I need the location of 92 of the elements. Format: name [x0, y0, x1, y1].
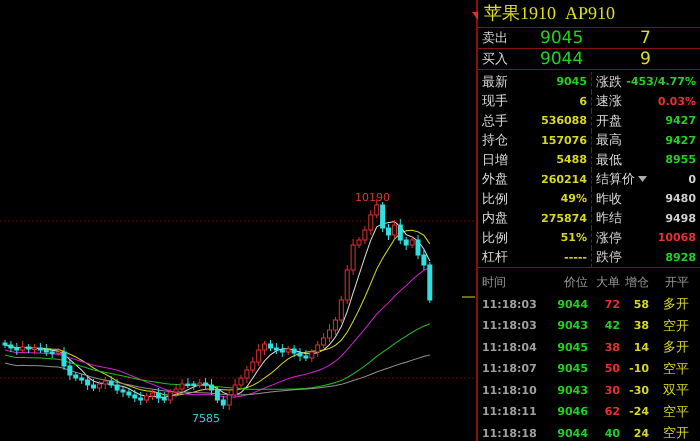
stat-value: 536088: [541, 114, 587, 128]
stat-label: 速涨: [596, 93, 622, 110]
stat-label: 结算价: [596, 171, 635, 188]
stat-value: 8928: [665, 250, 696, 264]
trade-price: 9045: [556, 340, 588, 354]
stat-value: 9480: [665, 192, 696, 206]
column-header: 大单: [595, 274, 620, 292]
stat-label: 比例: [482, 190, 508, 208]
stat-label: 杠杆: [482, 249, 508, 266]
order-volume: 9: [640, 49, 651, 69]
position-change: 58: [632, 298, 649, 311]
stat-value: 275874: [541, 212, 587, 225]
stat-label: 最高: [596, 132, 622, 150]
stat-value: -----: [564, 250, 587, 264]
trade-price: 9045: [556, 362, 588, 376]
stat-value: 9045: [556, 75, 587, 88]
trade-price: 9046: [556, 405, 588, 418]
stat-value: 49%: [560, 192, 587, 206]
position-change: 14: [632, 340, 649, 354]
stat-label: 昨收: [596, 190, 622, 208]
trade-type: 空平: [662, 360, 689, 378]
trade-type: 多开: [662, 296, 689, 314]
stat-value: 0.03%: [658, 94, 696, 108]
trade-type: 空开: [662, 318, 689, 335]
trade-price: 9044: [556, 298, 588, 311]
trade-time: 11:18:18: [482, 426, 538, 440]
low-price-label: 7585: [192, 412, 220, 425]
stat-label: 涨停: [596, 230, 622, 247]
trade-time: 11:18:04: [482, 340, 538, 354]
stat-label: 内盘: [482, 210, 508, 228]
stat-label: 持仓: [482, 132, 508, 150]
column-header: 增仓: [624, 274, 649, 292]
trade-price: 9043: [556, 384, 588, 397]
stat-value: 5488: [556, 153, 587, 166]
stat-label: 现手: [482, 93, 508, 110]
trade-volume: 72: [604, 298, 620, 311]
trade-time: 11:18:03: [482, 319, 538, 332]
trade-volume: 62: [604, 405, 620, 418]
stat-value: 260214: [541, 172, 587, 186]
stat-value: 6: [579, 94, 587, 108]
stat-value: 9498: [665, 212, 696, 225]
trade-type: 空开: [662, 425, 689, 441]
trade-time: 11:18:10: [482, 384, 538, 397]
trade-volume: 50: [604, 362, 620, 376]
contract-title: 苹果1910 AP910: [478, 0, 700, 28]
stat-label: 涨跌: [596, 74, 622, 91]
stat-label: 昨结: [596, 210, 622, 228]
stat-label: 日增: [482, 152, 508, 169]
stat-label: 最新: [482, 74, 508, 91]
trade-volume: 40: [604, 426, 620, 440]
position-change: -24: [628, 405, 649, 418]
position-change: 24: [632, 426, 649, 440]
column-header: 价位: [563, 274, 588, 292]
order-price: 9044: [540, 49, 584, 69]
position-change: -10: [628, 362, 649, 376]
trade-price: 9044: [556, 426, 588, 440]
stat-label: 跌停: [596, 249, 622, 266]
stat-value: 10068: [658, 231, 696, 244]
order-price: 9045: [540, 28, 584, 48]
stat-label: 比例: [482, 230, 508, 247]
stat-value: 9427: [665, 134, 696, 147]
stat-value: 0: [688, 172, 696, 186]
trade-volume: 38: [604, 340, 620, 354]
marker-icon: [472, 12, 478, 20]
trade-type: 多开: [662, 339, 689, 356]
stat-value: 9427: [665, 114, 696, 128]
price-marker-line: [462, 296, 475, 298]
trade-time: 11:18:07: [482, 362, 538, 376]
stat-value: 51%: [560, 231, 587, 244]
order-label: 卖出: [481, 30, 509, 47]
high-price-label: 10190: [355, 191, 390, 204]
stat-label: 外盘: [482, 171, 508, 188]
trade-type: 空平: [662, 404, 689, 421]
stat-label: 总手: [482, 112, 508, 130]
position-change: 38: [632, 319, 649, 332]
stat-value: -453/4.77%: [626, 75, 696, 88]
trade-time: 11:18:11: [482, 405, 538, 418]
trade-volume: 42: [604, 319, 620, 332]
trade-price: 9043: [556, 319, 588, 332]
trade-type: 双平: [662, 382, 689, 400]
column-header: 开平: [664, 274, 689, 292]
trade-time: 11:18:03: [482, 298, 538, 311]
trade-volume: 30: [604, 384, 620, 397]
caret-icon[interactable]: [638, 176, 647, 182]
stat-label: 开盘: [596, 112, 622, 130]
order-label: 买入: [481, 51, 509, 68]
position-change: -30: [628, 384, 649, 397]
column-header: 时间: [482, 274, 507, 292]
stat-label: 最低: [596, 152, 622, 169]
stat-value: 157076: [541, 134, 587, 147]
order-volume: 7: [640, 28, 651, 48]
stat-value: 8955: [665, 153, 696, 166]
